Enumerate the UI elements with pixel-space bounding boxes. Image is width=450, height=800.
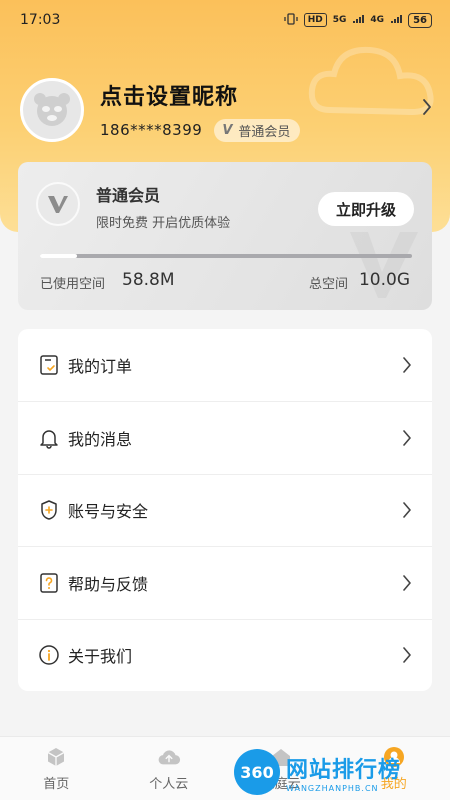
info-icon — [38, 644, 60, 666]
cloud-upload-icon — [157, 745, 181, 769]
home-cube-icon — [44, 745, 68, 769]
vibrate-icon — [284, 12, 298, 28]
used-space-label: 已使用空间 — [40, 277, 106, 292]
battery-indicator: 56 — [408, 12, 432, 28]
member-card-subtitle: 限时免费 开启优质体验 — [96, 216, 231, 231]
menu-item-label: 帮助与反馈 — [68, 574, 149, 594]
signal-icon-2 — [390, 14, 403, 27]
vip-icon: V — [222, 122, 233, 138]
status-time: 17:03 — [20, 12, 61, 28]
menu-item-label: 账号与安全 — [68, 502, 149, 522]
tab-home[interactable]: 首页 — [0, 737, 113, 800]
settings-menu: 我的订单 我的消息 账号与安全 帮助与反馈 关于我们 — [18, 329, 432, 691]
watermark-title: 网站排行榜 — [286, 757, 402, 783]
total-space-value: 10.0G — [358, 270, 410, 290]
vip-logo-icon — [36, 182, 80, 226]
storage-progress-fill — [40, 254, 78, 258]
tab-personal-cloud[interactable]: 个人云 — [113, 737, 226, 800]
menu-item-orders[interactable]: 我的订单 — [18, 329, 432, 401]
status-bar: 17:03 HD 5G 4G 56 — [0, 0, 450, 40]
avatar[interactable] — [20, 78, 84, 142]
chevron-right-icon — [403, 647, 411, 664]
menu-item-label: 我的消息 — [68, 430, 133, 450]
shield-icon — [38, 499, 60, 521]
network-4g: 4G — [370, 15, 385, 25]
chevron-right-icon — [403, 430, 411, 446]
default-avatar-icon — [34, 93, 70, 126]
tab-label: 个人云 — [149, 777, 189, 792]
help-icon — [38, 572, 60, 594]
v-watermark-icon — [350, 232, 418, 298]
storage-progress-bar — [40, 254, 412, 258]
status-icons: HD 5G 4G 56 — [284, 12, 432, 28]
signal-icon — [352, 14, 365, 27]
menu-item-label: 我的订单 — [68, 357, 133, 377]
total-space-label: 总空间 — [308, 277, 348, 292]
hd-indicator: HD — [303, 13, 327, 27]
menu-item-label: 关于我们 — [68, 647, 133, 667]
member-card-title: 普通会员 — [96, 186, 161, 205]
chevron-right-icon — [403, 357, 411, 373]
member-badge: V 普通会员 — [214, 118, 301, 142]
upgrade-button[interactable]: 立即升级 — [318, 192, 414, 226]
member-badge-label: 普通会员 — [238, 124, 291, 140]
network-5g: 5G — [332, 15, 347, 25]
chevron-right-icon — [403, 502, 411, 519]
watermark-subtitle: WANGZHANPHB.CN — [286, 783, 379, 793]
order-icon — [38, 354, 60, 376]
tab-label: 首页 — [43, 777, 70, 792]
phone-number: 186****8399 — [100, 121, 203, 139]
watermark-logo: 360 — [234, 749, 280, 795]
profile-header[interactable]: 点击设置昵称 186****8399 V 普通会员 — [20, 76, 440, 144]
menu-item-account-security[interactable]: 账号与安全 — [18, 473, 432, 546]
watermark-overlay: 360 网站排行榜 WANGZHANPHB.CN — [234, 744, 450, 800]
chevron-right-icon — [403, 575, 411, 591]
used-space-value: 58.8M — [122, 270, 175, 290]
menu-item-messages[interactable]: 我的消息 — [18, 401, 432, 473]
menu-item-help-feedback[interactable]: 帮助与反馈 — [18, 546, 432, 618]
menu-item-about[interactable]: 关于我们 — [18, 618, 432, 691]
member-card: 普通会员 限时免费 开启优质体验 立即升级 已使用空间 58.8M 总空间 10… — [18, 162, 432, 310]
nickname[interactable]: 点击设置昵称 — [100, 79, 440, 111]
bell-icon — [38, 427, 60, 449]
chevron-right-icon[interactable] — [422, 98, 432, 116]
